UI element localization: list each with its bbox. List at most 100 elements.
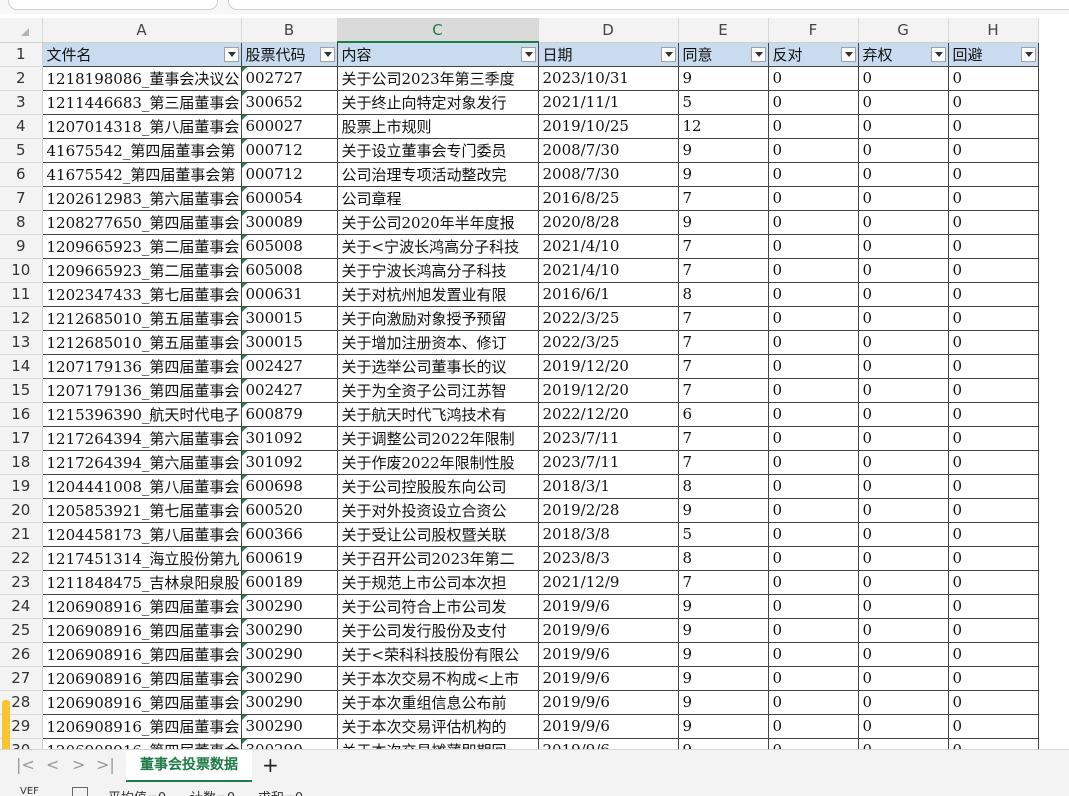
- cell[interactable]: 1217264394_第六届董事会: [42, 426, 242, 451]
- cell[interactable]: 1204458173_第八届董事会: [42, 522, 242, 547]
- cell[interactable]: 0: [858, 594, 949, 619]
- cell[interactable]: 2016/8/25: [538, 186, 679, 211]
- cell[interactable]: 关于公司2020年半年度报: [337, 210, 539, 235]
- cell[interactable]: 公司治理专项活动整改完: [337, 162, 539, 187]
- cell[interactable]: 1211446683_第三届董事会: [42, 90, 242, 115]
- cell[interactable]: 300290: [241, 618, 338, 643]
- row-header[interactable]: 8: [0, 210, 43, 235]
- column-header-e[interactable]: E: [678, 18, 769, 43]
- cell[interactable]: 0: [768, 474, 859, 499]
- cell[interactable]: 1207179136_第四届董事会: [42, 378, 242, 403]
- cell[interactable]: 0: [948, 66, 1039, 91]
- cell[interactable]: 5: [678, 90, 769, 115]
- column-header-h[interactable]: H: [948, 18, 1039, 43]
- cell[interactable]: 0: [948, 186, 1039, 211]
- cell[interactable]: 002427: [241, 354, 338, 379]
- cell[interactable]: 0: [768, 402, 859, 427]
- cell[interactable]: 0: [858, 474, 949, 499]
- cell[interactable]: 000712: [241, 162, 338, 187]
- cell[interactable]: 2021/4/10: [538, 258, 679, 283]
- cell[interactable]: 300089: [241, 210, 338, 235]
- row-header[interactable]: 11: [0, 282, 43, 307]
- cell[interactable]: 0: [858, 90, 949, 115]
- row-header[interactable]: 16: [0, 402, 43, 427]
- cell[interactable]: 0: [858, 714, 949, 739]
- cell[interactable]: 关于对外投资设立合资公: [337, 498, 539, 523]
- select-all-corner[interactable]: [0, 18, 43, 43]
- record-icon[interactable]: [72, 787, 88, 796]
- cell[interactable]: 2019/10/25: [538, 114, 679, 139]
- cell[interactable]: 1215396390_航天时代电子: [42, 402, 242, 427]
- cell[interactable]: 0: [948, 114, 1039, 139]
- cell[interactable]: 8: [678, 474, 769, 499]
- row-header[interactable]: 15: [0, 378, 43, 403]
- formula-input[interactable]: [228, 0, 1069, 10]
- cell[interactable]: 0: [858, 258, 949, 283]
- cell[interactable]: 300290: [241, 594, 338, 619]
- cell[interactable]: 600027: [241, 114, 338, 139]
- cell[interactable]: 1218198086_董事会决议公: [42, 66, 242, 91]
- cell[interactable]: 2016/6/1: [538, 282, 679, 307]
- header-cell[interactable]: 同意: [678, 42, 769, 67]
- cell[interactable]: 600054: [241, 186, 338, 211]
- cell[interactable]: 2021/11/1: [538, 90, 679, 115]
- column-header-f[interactable]: F: [768, 18, 859, 43]
- cell[interactable]: 0: [768, 282, 859, 307]
- cell[interactable]: 605008: [241, 258, 338, 283]
- cell[interactable]: 0: [858, 162, 949, 187]
- cell[interactable]: 0: [948, 330, 1039, 355]
- cell[interactable]: 0: [948, 474, 1039, 499]
- cell[interactable]: 关于本次重组信息公布前: [337, 690, 539, 715]
- cell[interactable]: 0: [858, 546, 949, 571]
- cell[interactable]: 2019/9/6: [538, 690, 679, 715]
- cell[interactable]: 9: [678, 642, 769, 667]
- filter-dropdown-icon[interactable]: [1020, 46, 1036, 62]
- cell[interactable]: 0: [768, 714, 859, 739]
- cell[interactable]: 9: [678, 162, 769, 187]
- cell[interactable]: 关于规范上市公司本次担: [337, 570, 539, 595]
- cell[interactable]: 0: [858, 666, 949, 691]
- cell[interactable]: 41675542_第四届董事会第: [42, 162, 242, 187]
- cell[interactable]: 7: [678, 186, 769, 211]
- cell[interactable]: 0: [768, 90, 859, 115]
- cell[interactable]: 关于召开公司2023年第二: [337, 546, 539, 571]
- cell[interactable]: 0: [768, 114, 859, 139]
- cell[interactable]: 9: [678, 594, 769, 619]
- row-header[interactable]: 21: [0, 522, 43, 547]
- cell[interactable]: 300290: [241, 666, 338, 691]
- cell[interactable]: 9: [678, 714, 769, 739]
- cell[interactable]: 0: [858, 114, 949, 139]
- row-header[interactable]: 3: [0, 90, 43, 115]
- cell[interactable]: 0: [948, 714, 1039, 739]
- row-header[interactable]: 5: [0, 138, 43, 163]
- cell[interactable]: 关于<荣科科技股份有限公: [337, 642, 539, 667]
- cell[interactable]: 2019/9/6: [538, 642, 679, 667]
- column-header-a[interactable]: A: [42, 18, 242, 43]
- row-header[interactable]: 13: [0, 330, 43, 355]
- cell[interactable]: 0: [948, 138, 1039, 163]
- cell[interactable]: 002727: [241, 66, 338, 91]
- cell[interactable]: 9: [678, 666, 769, 691]
- cell[interactable]: 8: [678, 282, 769, 307]
- cell[interactable]: 1207014318_第八届董事会: [42, 114, 242, 139]
- last-sheet-nav-icon[interactable]: >|: [96, 755, 115, 774]
- cell[interactable]: 600698: [241, 474, 338, 499]
- cell[interactable]: 2019/9/6: [538, 666, 679, 691]
- cell[interactable]: 1206908916_第四届董事会: [42, 714, 242, 739]
- cell[interactable]: 0: [768, 330, 859, 355]
- cell[interactable]: 0: [858, 642, 949, 667]
- cell[interactable]: 300290: [241, 642, 338, 667]
- cell[interactable]: 300015: [241, 306, 338, 331]
- cell[interactable]: 300290: [241, 690, 338, 715]
- cell[interactable]: 0: [858, 570, 949, 595]
- cell[interactable]: 1202347433_第七届董事会: [42, 282, 242, 307]
- cell[interactable]: 关于航天时代飞鸿技术有: [337, 402, 539, 427]
- row-header[interactable]: 24: [0, 594, 43, 619]
- cell[interactable]: 0: [948, 210, 1039, 235]
- header-cell[interactable]: 日期: [538, 42, 679, 67]
- cell[interactable]: 0: [768, 570, 859, 595]
- cell[interactable]: 关于公司发行股份及支付: [337, 618, 539, 643]
- cell[interactable]: 2018/3/1: [538, 474, 679, 499]
- header-cell[interactable]: 内容: [337, 42, 539, 67]
- cell[interactable]: 关于受让公司股权暨关联: [337, 522, 539, 547]
